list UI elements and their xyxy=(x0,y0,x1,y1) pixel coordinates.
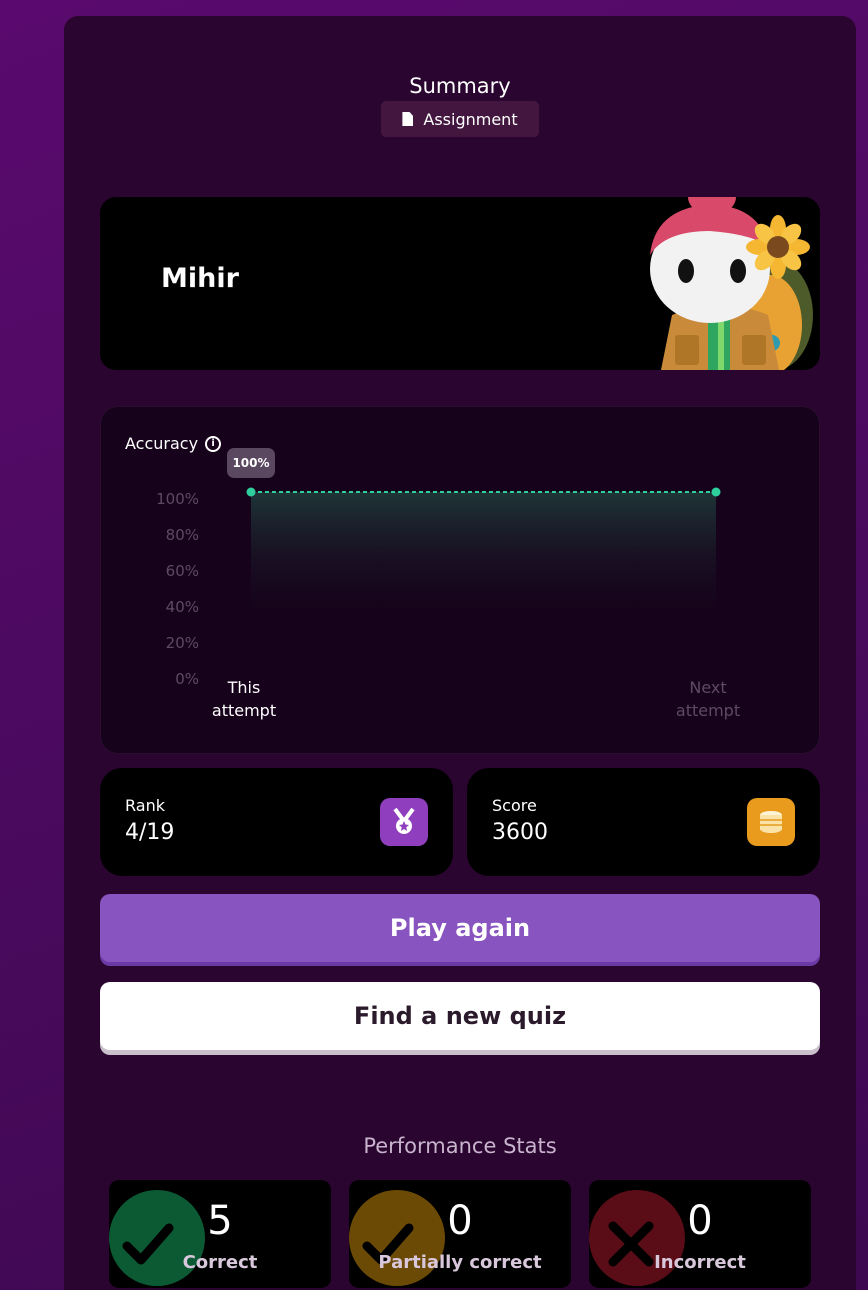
play-again-button[interactable]: Play again xyxy=(100,894,820,962)
score-label: Score xyxy=(492,796,537,815)
document-icon xyxy=(402,112,414,126)
partial-count: 0 xyxy=(447,1198,473,1244)
data-label-pct: 100% xyxy=(227,448,275,478)
partial-stat-card: 0 Partially correct xyxy=(349,1180,571,1288)
rank-label: Rank xyxy=(125,796,165,815)
correct-stat-card: 5 Correct xyxy=(109,1180,331,1288)
x-tick-label-next: Next attempt xyxy=(675,678,741,720)
find-new-quiz-button[interactable]: Find a new quiz xyxy=(100,982,820,1050)
partial-label: Partially correct xyxy=(378,1252,542,1273)
y-tick-label: 0% xyxy=(175,670,199,688)
incorrect-stat-card: 0 Incorrect xyxy=(589,1180,811,1288)
score-value: 3600 xyxy=(492,820,548,845)
avatar xyxy=(650,197,813,370)
y-tick-label: 60% xyxy=(165,562,199,580)
accuracy-point[interactable] xyxy=(246,487,256,497)
rank-card: Rank 4/19 xyxy=(100,768,453,876)
performance-title: Performance Stats xyxy=(363,1134,557,1158)
correct-label: Correct xyxy=(182,1252,258,1273)
y-tick-label: 100% xyxy=(156,490,199,508)
summary-panel: Summary Assignment Mihir Accuracy i 100%… xyxy=(64,16,856,1290)
player-card: Mihir xyxy=(100,197,820,370)
accuracy-area xyxy=(251,492,716,632)
medal-icon xyxy=(380,798,428,846)
incorrect-label: Incorrect xyxy=(654,1252,746,1273)
y-tick-label: 20% xyxy=(165,634,199,652)
score-card: Score 3600 xyxy=(467,768,820,876)
coins-icon xyxy=(747,798,795,846)
accuracy-card: Accuracy i 100% 100% 80% 60% 40% 20% 0% … xyxy=(100,406,820,754)
assignment-badge: Assignment xyxy=(381,101,539,137)
correct-count: 5 xyxy=(207,1198,233,1244)
assignment-label: Assignment xyxy=(423,109,518,129)
player-name: Mihir xyxy=(161,263,239,294)
page-title: Summary xyxy=(409,74,511,98)
y-tick-label: 40% xyxy=(165,598,199,616)
incorrect-count: 0 xyxy=(687,1198,713,1244)
accuracy-point[interactable] xyxy=(711,487,721,497)
x-tick-label-this: This attempt xyxy=(211,678,277,720)
rank-value: 4/19 xyxy=(125,820,175,845)
y-tick-label: 80% xyxy=(165,526,199,544)
